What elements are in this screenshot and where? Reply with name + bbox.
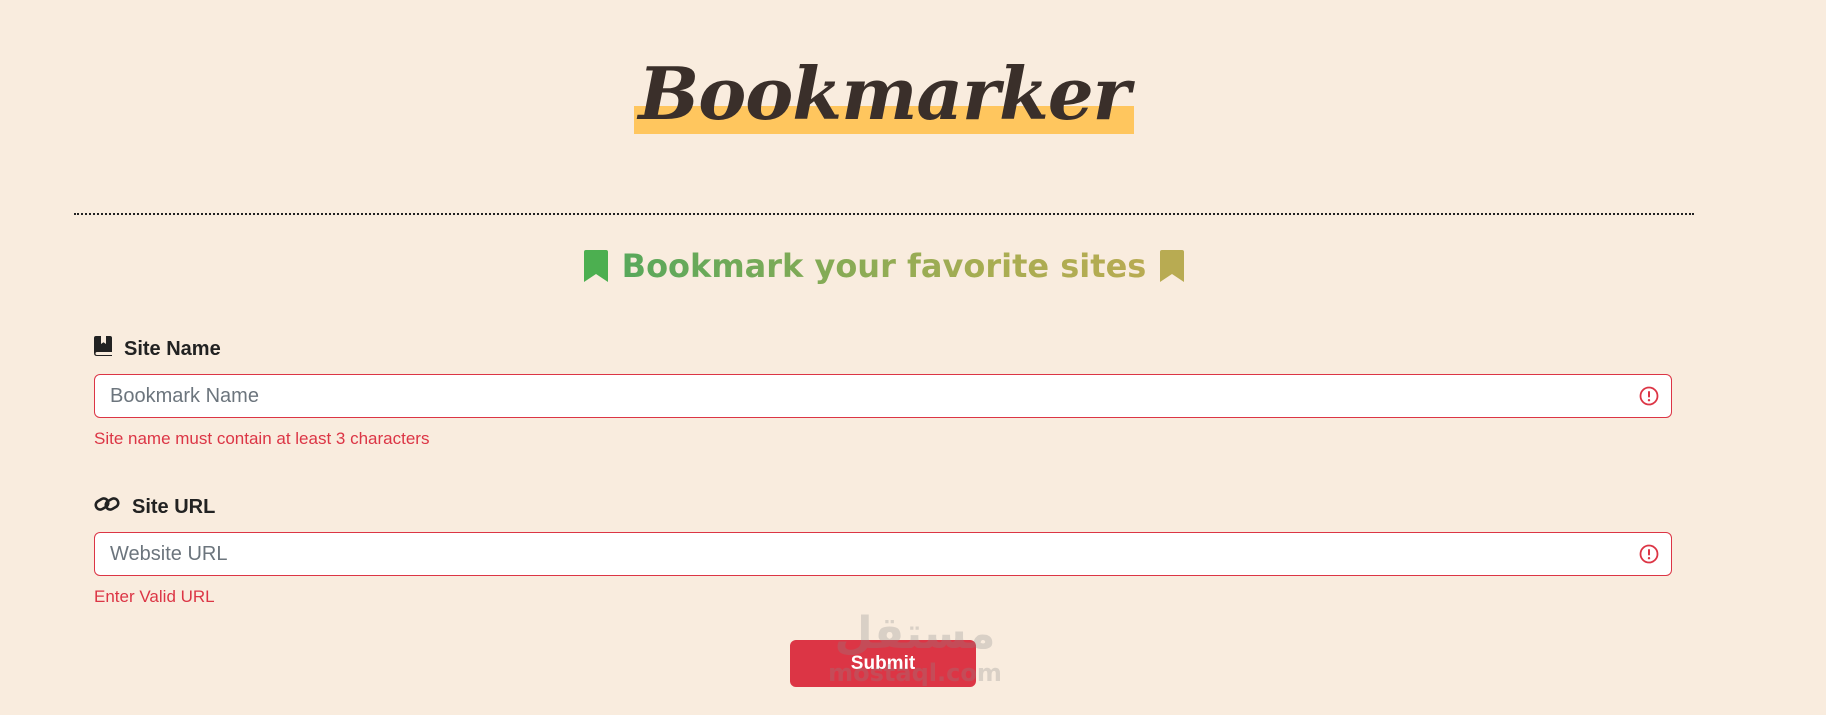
site-name-label: Site Name <box>94 336 221 362</box>
site-url-label-text: Site URL <box>132 495 216 518</box>
dotted-divider <box>74 213 1694 215</box>
header: Bookmarker <box>0 48 1768 140</box>
link-icon <box>94 494 120 520</box>
subtitle: Bookmark your favorite sites <box>583 244 1185 288</box>
site-url-label: Site URL <box>94 494 215 520</box>
site-name-input[interactable] <box>95 375 1671 417</box>
subtitle-text: Bookmark your favorite sites <box>622 244 1147 288</box>
book-icon <box>94 336 112 362</box>
warning-icon <box>1639 386 1659 406</box>
site-name-error: Site name must contain at least 3 charac… <box>94 429 430 448</box>
site-name-label-text: Site Name <box>124 337 221 360</box>
app-title-text: Bookmarker <box>638 51 1130 136</box>
site-url-field[interactable] <box>94 532 1672 576</box>
site-name-field[interactable] <box>94 374 1672 418</box>
app-title: Bookmarker <box>634 48 1134 140</box>
bookmark-icon <box>1160 250 1185 282</box>
submit-button[interactable]: Submit <box>790 640 976 687</box>
site-url-input[interactable] <box>95 533 1671 575</box>
site-url-error: Enter Valid URL <box>94 587 215 606</box>
subtitle-row: Bookmark your favorite sites <box>0 244 1768 288</box>
bookmark-icon <box>583 250 608 282</box>
warning-icon <box>1639 544 1659 564</box>
